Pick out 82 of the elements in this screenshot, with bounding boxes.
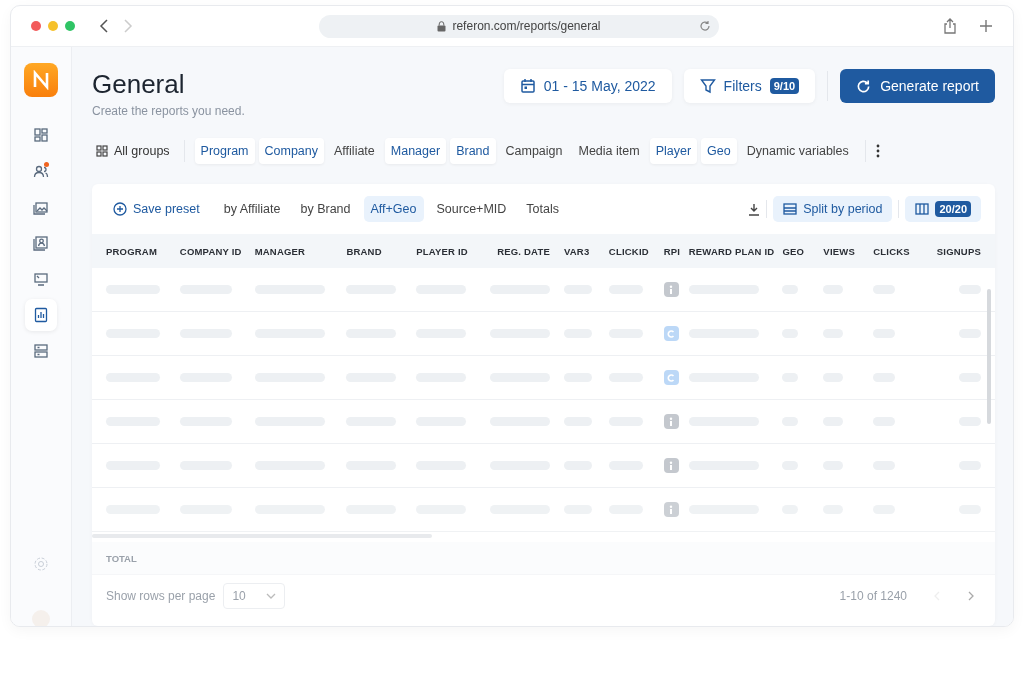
more-icon[interactable] [875,144,880,158]
info-icon[interactable] [663,458,679,473]
date-range-button[interactable]: 01 - 15 May, 2022 [503,69,672,103]
group-chip[interactable]: Brand [450,138,496,164]
plus-circle-icon [113,202,127,216]
chevron-down-icon [266,593,277,599]
group-chip[interactable]: Manager [384,138,447,164]
page-title: General [92,69,186,100]
minimize-window-dot[interactable] [48,21,58,31]
column-header[interactable]: GEO [782,245,824,257]
group-chip[interactable]: Media item [572,138,646,164]
logo-icon [24,63,58,97]
vertical-scrollbar[interactable] [987,289,991,424]
column-header[interactable]: VAR3 [563,245,609,257]
group-chip[interactable]: Dynamic variables [740,138,855,164]
page-range-text: 1-10 of 1240 [839,589,907,603]
filter-icon [699,78,716,94]
calendar-icon [519,78,536,94]
settings-icon[interactable] [33,556,49,572]
split-by-period-button[interactable]: Split by period [773,196,893,222]
generate-report-button[interactable]: Generate report [840,69,995,103]
preset-tab[interactable]: by Brand [293,196,358,222]
monitor-icon [33,271,49,287]
sidebar-item[interactable] [25,299,57,331]
group-chip[interactable]: Campaign [499,138,569,164]
close-window-dot[interactable] [31,21,41,31]
preset-tab[interactable]: Source+MID [429,196,514,222]
address-bar[interactable]: referon.com/reports/general [319,14,719,38]
lock-icon [437,20,447,32]
column-header[interactable]: REWARD PLAN ID [688,245,783,257]
preset-tab[interactable]: Totals [519,196,566,222]
c-icon[interactable] [663,370,679,385]
page-subtitle: Create the reports you need. [92,104,245,118]
back-icon[interactable] [99,19,109,33]
column-header[interactable]: MANAGER [254,245,347,257]
column-header[interactable]: VIEWS [823,245,874,257]
columns-icon [915,203,930,215]
share-icon[interactable] [943,18,957,34]
info-icon[interactable] [663,282,679,297]
column-header[interactable]: REG. DATE [481,245,564,257]
columns-button[interactable]: 20/20 [905,196,981,222]
next-page-icon[interactable] [967,591,975,601]
url-text: referon.com/reports/general [452,19,601,33]
server-icon [33,343,49,359]
info-icon[interactable] [663,414,679,429]
report-icon [33,307,49,323]
group-chip[interactable]: Program [194,138,255,164]
column-header[interactable]: COMPANY ID [179,245,255,257]
rows-per-page-label: Show rows per page [106,589,216,603]
users-icon [33,163,49,179]
profile-card-icon [33,235,49,251]
preset-tab[interactable]: Aff+Geo [363,196,424,222]
grid-icon [96,145,108,157]
save-preset-button[interactable]: Save preset [106,196,207,222]
info-icon[interactable] [663,502,679,517]
reload-icon[interactable] [699,20,711,32]
group-chip[interactable]: Affiliate [328,138,381,164]
column-header[interactable]: RPI [663,245,689,257]
group-chip[interactable]: Player [649,138,698,164]
filters-count-badge: 9/10 [769,78,800,94]
forward-icon[interactable] [123,19,133,33]
new-tab-icon[interactable] [979,19,993,33]
filters-button[interactable]: Filters 9/10 [683,69,816,103]
grid-icon [33,127,49,143]
rows-icon [783,203,798,215]
images-icon [33,199,49,215]
group-chip[interactable]: Geo [701,138,737,164]
c-icon[interactable] [663,326,679,341]
all-groups-button[interactable]: All groups [92,144,174,158]
refresh-icon [856,78,872,94]
columns-count-badge: 20/20 [935,201,971,217]
group-chip[interactable]: Company [258,138,325,164]
preset-tab[interactable]: by Affiliate [216,196,288,222]
column-header[interactable]: BRAND [346,245,417,257]
column-header[interactable]: PLAYER ID [416,245,482,257]
column-header[interactable]: SIGNUPS [930,245,995,257]
column-header[interactable]: PROGRAM [106,245,180,257]
column-header[interactable]: CLICKS [873,245,931,257]
total-label: TOTAL [106,552,137,564]
maximize-window-dot[interactable] [65,21,75,31]
column-header[interactable]: CLICKID [608,245,664,257]
download-icon[interactable] [748,202,761,216]
